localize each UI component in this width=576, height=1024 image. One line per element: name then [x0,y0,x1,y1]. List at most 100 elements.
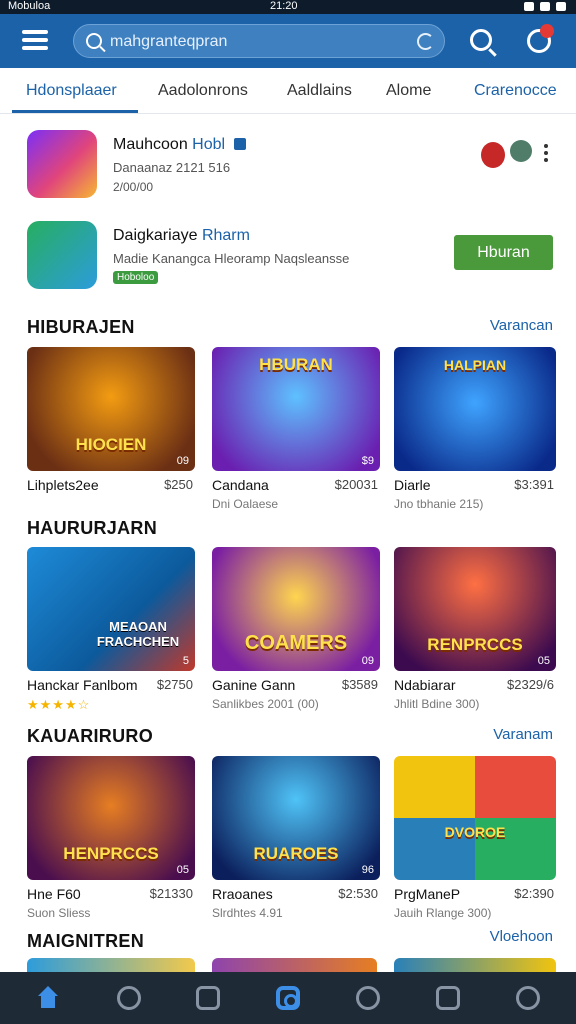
more-options-icon[interactable] [544,144,548,165]
signal-icon [524,2,534,11]
game-thumbnail-partial[interactable] [394,958,556,972]
section-see-more-link[interactable]: Varancan [490,317,553,334]
home-icon[interactable] [36,986,60,1010]
game-art-title: HBURAN [259,355,333,374]
game-name: Hne F60 [27,886,81,902]
featured-title-highlight: Hobl [192,136,226,153]
status-time: 21:20 [270,0,298,12]
battery-icon [556,2,566,11]
game-art-title: RENPRCCS [427,635,523,654]
game-thumbnail: HBURAN $9 [212,347,380,471]
featured-app-1[interactable]: Mauhcoon Hobl Danaanaz 2121 516 2/00/00 [0,130,576,218]
game-name: Rraoanes [212,886,273,902]
game-price: $3:391 [514,477,554,492]
game-corner-label: $9 [361,455,374,467]
game-thumbnail: MEAOAN FRACHCHEN 5 [27,547,195,671]
game-price: $21330 [149,886,193,901]
search-bar[interactable] [73,24,445,58]
game-meta: Suon Sliess [27,906,91,920]
game-thumbnail: RENPRCCS 05 [394,547,556,671]
section-see-more-link[interactable]: Vloehoon [490,928,553,945]
featured-title-main: Daigkariaye [113,227,198,244]
featured-date: 2/00/00 [113,180,154,194]
list-icon[interactable] [436,986,460,1010]
notification-icon[interactable] [527,24,554,53]
game-price: $2:390 [514,886,554,901]
featured-info: Danaanaz 2121 516 [113,160,231,175]
game-corner-label: 5 [182,655,189,667]
game-meta: Jhlitl Bdine 300) [394,697,480,711]
tab-bar: Hdonsplaaer Aadolonrons Aaldlains Alome … [0,68,576,114]
game-art-title: RUAROES [253,844,339,863]
game-name: Diarle [394,477,431,493]
game-price: $2750 [156,677,193,692]
game-name: Candana [212,477,269,493]
search-input[interactable] [110,30,410,54]
heart-icon[interactable] [356,986,380,1010]
mascot-icon [481,142,505,168]
game-thumbnail: COAMERS 09 [212,547,380,671]
game-corner-label: 05 [537,655,550,667]
game-thumbnail: HALPIAN [394,347,556,471]
tab-aadolonrons[interactable]: Aadolonrons [158,82,248,100]
game-name: Ganine Gann [212,677,296,693]
tab-aaldlains[interactable]: Aaldlains [287,82,352,100]
search-button-icon[interactable] [470,29,492,51]
section-title: HAURURJARN [27,518,158,538]
game-corner-label: 96 [361,864,374,876]
section-title: HIBURAJEN [27,317,135,337]
featured-title-main: Mauhcoon [113,136,188,153]
game-name: Lihplets2ee [27,477,99,493]
bottom-navigation [0,972,576,1024]
user-icon[interactable] [117,986,141,1010]
game-thumbnail-partial[interactable] [212,958,377,972]
game-price: $20031 [334,477,378,492]
tab-hdonsplaaer[interactable]: Hdonsplaaer [26,82,117,100]
game-art-title: HIOCIEN [75,435,147,454]
search-icon [86,33,102,49]
refresh-icon[interactable] [417,33,434,50]
wifi-icon [540,2,550,11]
game-price: $250 [164,477,193,492]
game-name: PrgManeP [394,886,461,902]
game-thumbnail: HENPRCCS 05 [27,756,195,880]
game-meta: Sanlikbes 2001 (00) [212,697,319,711]
status-carrier: Mobuloa [8,0,51,12]
game-meta: Slrdhtes 4.91 [212,906,283,920]
featured-title: Mauhcoon Hobl [113,136,246,154]
featured-title: Daigkariaye Rharm [113,227,250,245]
game-meta: Jauih Rlange 300) [394,906,492,920]
game-price: $2329/6 [507,677,554,692]
game-meta: Jno tbhanie 215) [394,497,484,511]
game-price: $2:530 [338,886,378,901]
camera-icon[interactable] [276,986,300,1010]
game-thumbnail: HIOCIEN 09 [27,347,195,471]
tab-alome[interactable]: Alome [386,82,431,100]
game-art-title: HALPIAN [443,357,507,373]
game-art-title: HENPRCCS [63,844,159,863]
section-see-more-link[interactable]: Varanam [493,726,553,743]
featured-description: Madie Kanangca Hleoramp Naqsleansse [113,251,350,266]
tab-crarenocce[interactable]: Crarenocce [474,82,557,100]
game-corner-label: 09 [176,455,189,467]
featured-tag: Hoboloo [113,271,159,284]
rating-stars: ★★★★☆ [27,697,91,712]
profile-icon[interactable] [516,986,540,1010]
verified-icon [233,138,246,150]
game-meta: Dni Oalaese [212,497,279,511]
app-icon [27,130,97,198]
menu-icon[interactable] [22,30,48,52]
game-thumbnail-partial[interactable] [27,958,195,972]
bubble-icon [510,140,532,162]
featured-title-highlight: Rharm [201,227,250,244]
game-corner-label: 09 [361,655,374,667]
game-corner-label: 05 [176,864,189,876]
install-button[interactable]: Hburan [454,235,553,270]
active-tab-indicator [12,110,138,113]
featured-app-2[interactable]: Daigkariaye Rharm Madie Kanangca Hleoram… [0,221,576,309]
app-bar [0,14,576,68]
tablet-icon[interactable] [196,986,220,1010]
game-art-title: COAMERS [244,632,348,654]
section-title: MAIGNITREN [27,931,144,951]
game-thumbnail: DVOROE [394,756,556,880]
